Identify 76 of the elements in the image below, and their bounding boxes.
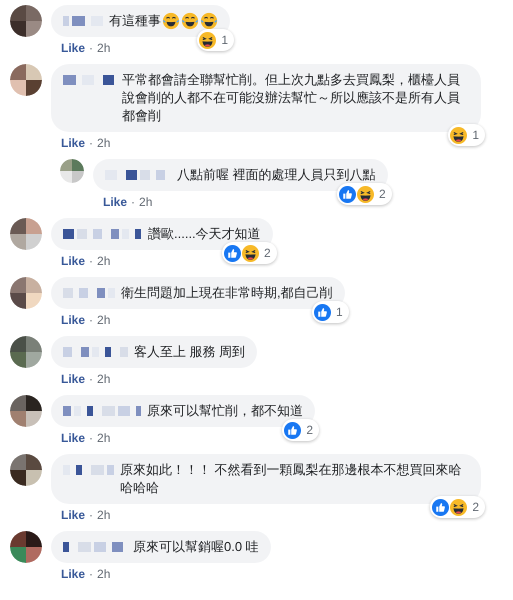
comment-time[interactable]: 2h <box>97 567 110 581</box>
reaction-count: 2 <box>471 499 480 516</box>
avatar[interactable] <box>10 64 42 96</box>
separator: · <box>89 313 94 327</box>
reaction-badge[interactable]: 1 <box>448 124 485 146</box>
avatar[interactable] <box>10 336 42 368</box>
comment-time[interactable]: 2h <box>97 508 110 522</box>
thumbs-up-icon <box>432 498 450 516</box>
laughing-emoji-icon <box>450 498 468 516</box>
comment-text: 原來可以幫銷喔0.0 哇 <box>133 538 259 556</box>
comment-text: 有這種事 <box>109 12 161 30</box>
redacted-name <box>63 74 116 86</box>
redacted-name <box>63 346 128 358</box>
avatar[interactable] <box>10 454 42 486</box>
redacted-name <box>63 464 114 476</box>
comment-time[interactable]: 2h <box>97 254 110 268</box>
comment-time[interactable]: 2h <box>97 41 110 55</box>
avatar[interactable] <box>10 531 42 563</box>
avatar[interactable] <box>10 395 42 427</box>
tears-of-joy-emoji-icon <box>162 12 180 30</box>
comment-text: 讚歐......今天才知道 <box>148 225 261 243</box>
reaction-count: 2 <box>378 186 387 203</box>
like-link[interactable]: Like <box>61 41 86 55</box>
reaction-count: 1 <box>471 127 480 144</box>
comment-text: 原來可以幫忙削，都不知道 <box>147 402 303 420</box>
thumbs-up-icon <box>224 244 241 262</box>
laughing-emoji-icon <box>450 126 468 144</box>
separator: · <box>89 41 94 55</box>
like-link[interactable]: Like <box>61 372 86 386</box>
separator: · <box>89 567 94 581</box>
comment-time[interactable]: 2h <box>139 195 152 209</box>
like-link[interactable]: Like <box>61 567 86 581</box>
like-link[interactable]: Like <box>61 254 86 268</box>
tears-of-joy-emoji-icon <box>181 12 199 30</box>
comment-text: 原來如此！！！ 不然看到一顆鳳梨在那邊根本不想買回來哈哈哈哈 <box>120 461 463 497</box>
comment-text: 衛生問題加上現在非常時期,都自己削 <box>121 284 333 302</box>
avatar[interactable] <box>10 277 42 309</box>
comment-time[interactable]: 2h <box>97 313 110 327</box>
like-link[interactable]: Like <box>61 431 86 445</box>
comment-text: 客人至上 服務 周到 <box>134 343 246 361</box>
redacted-name <box>63 15 103 27</box>
separator: · <box>89 508 94 522</box>
separator: · <box>89 136 94 150</box>
reaction-badge[interactable]: 2 <box>336 183 392 205</box>
reaction-badge[interactable]: 2 <box>222 242 277 264</box>
reaction-count: 1 <box>220 32 229 49</box>
reaction-count: 2 <box>305 422 314 439</box>
laughing-emoji-icon <box>356 186 374 202</box>
separator: · <box>131 195 136 209</box>
comment-time[interactable]: 2h <box>97 136 110 150</box>
reaction-badge[interactable]: 2 <box>430 496 485 518</box>
reaction-badge[interactable]: 1 <box>197 29 234 51</box>
like-link[interactable]: Like <box>103 195 128 209</box>
comment-time[interactable]: 2h <box>97 372 110 386</box>
thumbs-up-icon <box>314 304 331 320</box>
avatar[interactable] <box>10 218 42 250</box>
avatar[interactable] <box>10 5 42 37</box>
redacted-name <box>63 287 115 299</box>
like-link[interactable]: Like <box>61 313 86 327</box>
laughing-emoji-icon <box>199 32 216 48</box>
tears-of-joy-emoji-icon <box>200 12 218 30</box>
thumbs-up-icon <box>338 186 356 202</box>
separator: · <box>89 372 94 386</box>
comment-text: 八點前喔 裡面的處理人員只到八點 <box>177 166 376 184</box>
separator: · <box>89 431 94 445</box>
like-link[interactable]: Like <box>61 136 86 150</box>
comment-text: 平常都會請全聯幫忙削。但上次九點多去買鳳梨，櫃檯人員說會削的人都不在可能沒辦法幫忙～所以應該不是所有人員都會削 <box>122 71 461 125</box>
reaction-count: 2 <box>262 245 272 262</box>
comment-time[interactable]: 2h <box>97 431 110 445</box>
separator: · <box>89 254 94 268</box>
like-link[interactable]: Like <box>61 508 86 522</box>
reaction-badge[interactable]: 1 <box>312 301 349 323</box>
laughing-emoji-icon <box>242 244 259 262</box>
reaction-count: 1 <box>334 304 344 321</box>
thumbs-up-icon <box>284 422 302 438</box>
reaction-badge[interactable]: 2 <box>282 419 319 441</box>
